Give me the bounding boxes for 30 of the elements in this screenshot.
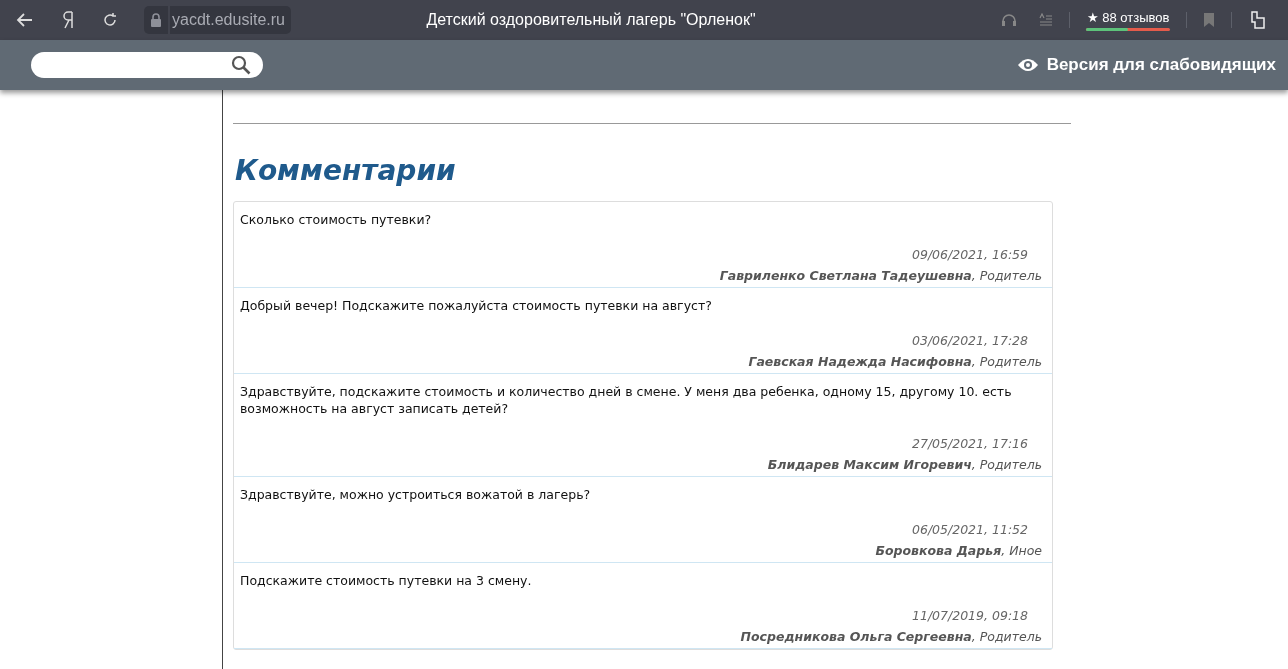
comment-author: Гавриленко Светлана Тадеушевна, Родитель [718,267,1042,284]
search-field[interactable] [31,52,263,78]
reader-mode-icon[interactable] [1039,13,1053,27]
search-icon[interactable] [231,55,251,75]
back-arrow-icon[interactable] [16,11,34,29]
eye-icon[interactable] [1016,57,1039,73]
comment-author: Блидарев Максим Игоревич, Родитель [766,456,1042,473]
reviews-button[interactable]: ★ 88 отзывов [1086,9,1170,31]
comment-text: Сколько стоимость путевки? [240,211,433,228]
page-title: Детский оздоровительный лагерь "Орленок" [425,11,757,29]
comment-text: Добрый вечер! Подскажите пожалуйста стоимость путевки на август? [240,297,713,314]
comment-date: 27/05/2021, 17:16 [911,435,1029,453]
extensions-icon[interactable] [1248,11,1266,29]
comment-text: Здравствуйте, можно устроиться вожатой в лагерь? [240,486,592,503]
comment-date: 09/06/2021, 16:59 [911,246,1029,264]
comment-date: 03/06/2021, 17:28 [911,332,1029,350]
accessibility-link[interactable]: Версия для слабовидящих [1046,55,1276,75]
lock-icon [150,13,162,27]
comment-date: 11/07/2019, 09:18 [911,607,1029,625]
comment-author: Гаевская Надежда Насифовна, Родитель [747,353,1042,370]
comment-text: Подскажите стоимость путевки на 3 смену. [240,572,533,589]
address-bar[interactable]: yacdt.edusite.ru [170,6,291,34]
headphones-icon[interactable] [1001,13,1017,27]
reload-icon[interactable] [102,12,118,28]
browser-logo-icon[interactable] [62,11,76,29]
comments-heading: Комментарии [235,154,457,187]
comment-date: 06/05/2021, 11:52 [911,521,1029,539]
comment-author: Посредникова Ольга Сергеевна, Родитель [739,628,1042,645]
comment-text: Здравствуйте, подскажите стоимость и количество дней в смене. У меня два ребенка, одному 15, другому 10. есть возможность на август записать детей? [240,383,1013,417]
comment-author: Боровкова Дарья, Иное [874,542,1042,559]
